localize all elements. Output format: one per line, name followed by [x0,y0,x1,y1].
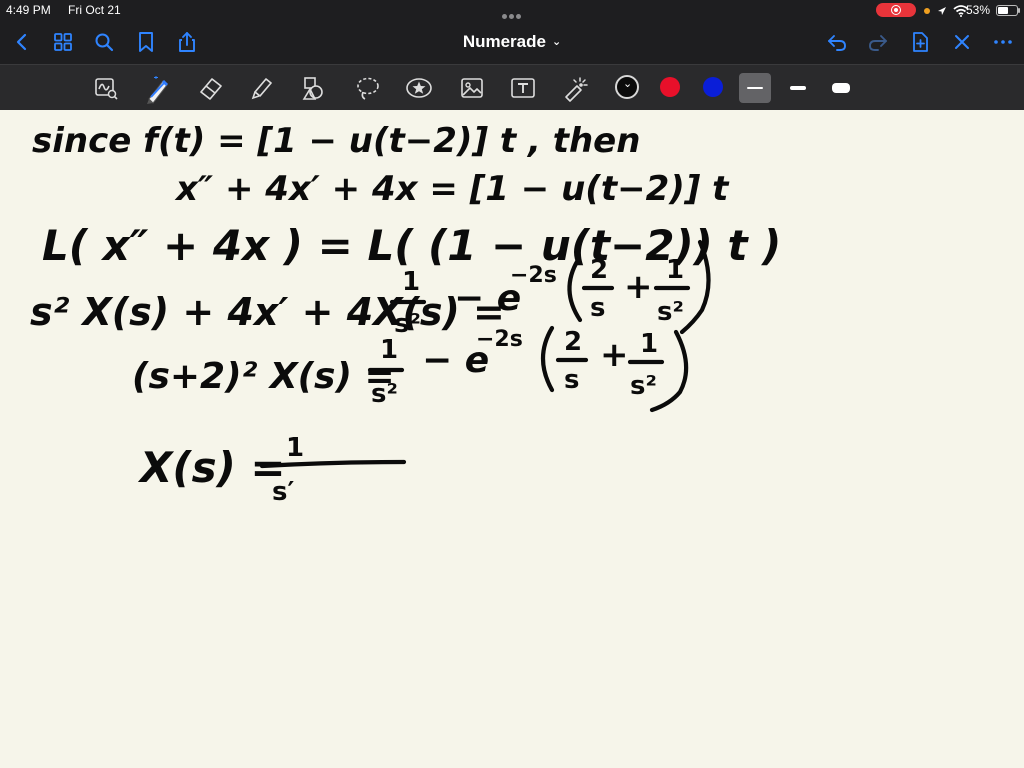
status-date: Fri Oct 21 [68,3,121,17]
line-4-exponent: −2s [510,263,557,288]
line-5-open-paren [541,325,555,393]
line-6-numerator: 1 [286,433,304,463]
text-tool-icon[interactable] [510,75,536,101]
line-5-plus-sign: + [600,335,629,375]
location-icon [924,7,930,14]
screen-recording-icon[interactable] [876,3,916,17]
battery-icon [996,5,1020,16]
stroke-size-thin-button[interactable] [739,73,771,103]
stroke-size-medium-button[interactable] [782,73,814,103]
redo-icon[interactable] [866,30,890,54]
line-5-fraction-denominator: s² [371,379,398,409]
line-5-term-b-denominator: s² [630,371,657,401]
add-page-icon[interactable] [908,30,932,54]
drawing-toolbar [0,64,1024,111]
note-canvas[interactable]: since f(t) = [1 − u(t−2)] t , then x″ + … [0,110,1024,768]
line-4-plus-sign: + [624,267,653,307]
line-5-term-a-numerator: 2 [564,327,582,357]
shapes-tool-icon[interactable] [301,75,327,101]
line-4-term-a-denominator: s [590,293,605,323]
handwriting-lasso-tool-icon[interactable] [93,75,119,101]
close-icon[interactable] [950,30,974,54]
color-swatch-red[interactable] [660,77,680,97]
color-swatch-blue[interactable] [703,77,723,97]
handwritten-line-1: since f(t) = [1 − u(t−2)] t , then [32,121,640,161]
line-5-exponent: −2s [476,327,523,352]
battery-percentage: 53% [966,3,991,17]
image-tool-icon[interactable] [459,75,485,101]
status-time: 4:49 PM [6,3,51,17]
undo-icon[interactable] [825,30,849,54]
lasso-tool-icon[interactable] [355,75,381,101]
status-icons [924,3,969,17]
line-5-fraction-numerator: 1 [380,335,398,365]
line-4-term-b-numerator: 1 [666,255,684,285]
line-6-denominator: s′ [272,477,294,507]
navigation-bar: Numerade ⌄ [0,20,1024,64]
line-4-term-b-denominator: s² [657,297,684,327]
eraser-tool-icon[interactable] [197,75,223,101]
handwritten-line-4-lhs: s² X(s) + 4x′ + 4X(s) = [30,290,505,334]
line-5-term-a-denominator: s [564,365,579,395]
sticker-tool-icon[interactable] [405,75,432,101]
more-options-icon[interactable] [991,30,1015,54]
pen-tool-icon[interactable] [143,75,169,104]
line-5-term-b-numerator: 1 [640,329,658,359]
laser-pointer-tool-icon[interactable] [562,75,588,102]
color-swatch-black[interactable] [615,75,639,99]
handwritten-line-5-lhs: (s+2)² X(s) = [132,356,395,397]
stroke-size-thick-button[interactable] [825,73,857,103]
title-chevron-down-icon: ⌄ [551,36,562,48]
line-4-term-a-numerator: 2 [590,255,608,285]
document-title: Numerade [462,32,546,51]
line-4-fraction-numerator: 1 [402,267,420,297]
highlighter-tool-icon[interactable] [249,75,275,101]
handwritten-line-2: x″ + 4x′ + 4x = [1 − u(t−2)] t [174,169,730,209]
handwriting-layer: since f(t) = [1 − u(t−2)] t , then x″ + … [30,121,781,507]
location-arrow-icon [938,6,947,15]
status-bar: 4:49 PM Fri Oct 21 53% [0,0,1024,20]
